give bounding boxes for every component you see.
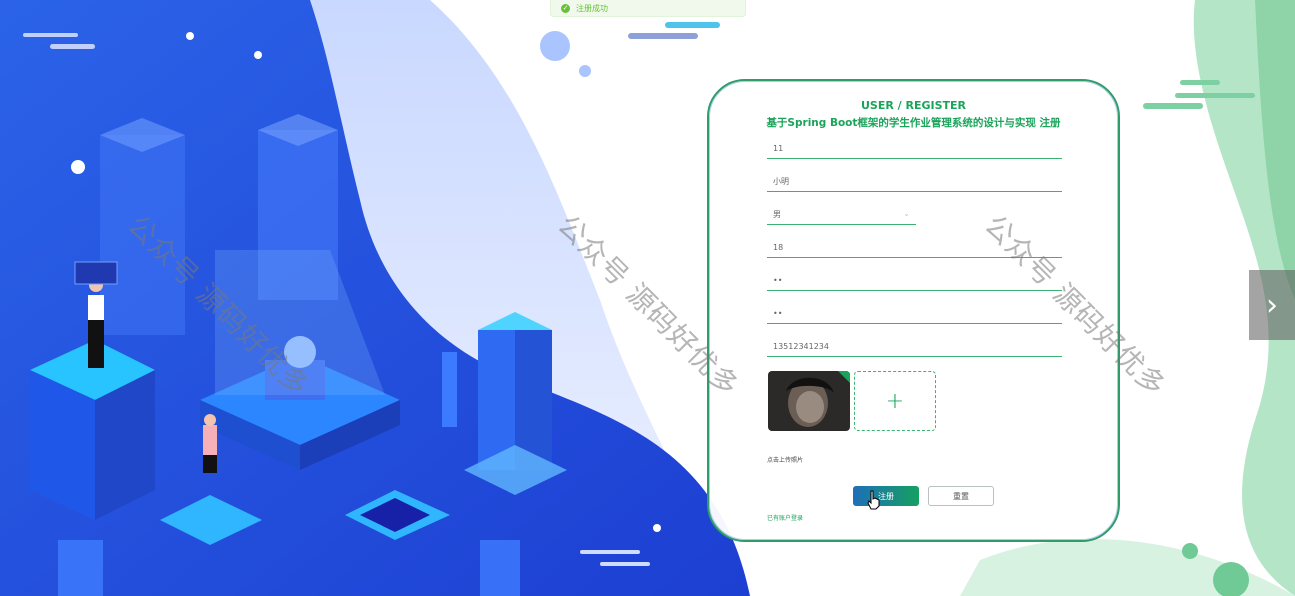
next-arrow-button[interactable]: ›	[1249, 270, 1295, 340]
chevron-down-icon: ⌄	[903, 209, 910, 218]
form-title-en: USER / REGISTER	[860, 99, 967, 112]
hand-cursor-icon	[867, 490, 880, 510]
chevron-right-icon: ›	[1266, 287, 1278, 323]
account-field[interactable]: 11	[767, 139, 1062, 159]
plus-icon: +	[885, 388, 905, 414]
login-link[interactable]: 已有账户登录	[767, 513, 803, 522]
reset-button[interactable]: 重置	[928, 486, 994, 506]
check-circle-icon: ✓	[561, 3, 570, 13]
confirm-password-field[interactable]: ••	[767, 304, 1062, 324]
form-title-cn: 基于Spring Boot框架的学生作业管理系统的设计与实现 注册	[766, 117, 1061, 129]
upload-hint: 点击上传照片	[767, 457, 804, 464]
success-toast: ✓ 注册成功	[550, 0, 746, 17]
toast-message: 注册成功	[576, 3, 608, 13]
register-button[interactable]: 注册	[853, 486, 919, 506]
gender-select[interactable]: 男 ⌄	[767, 205, 916, 225]
phone-field[interactable]: 13512341234	[767, 337, 1062, 357]
upload-button[interactable]: +	[854, 371, 936, 431]
uploaded-photo[interactable]	[768, 371, 850, 431]
name-field[interactable]: 小明	[767, 172, 1062, 192]
